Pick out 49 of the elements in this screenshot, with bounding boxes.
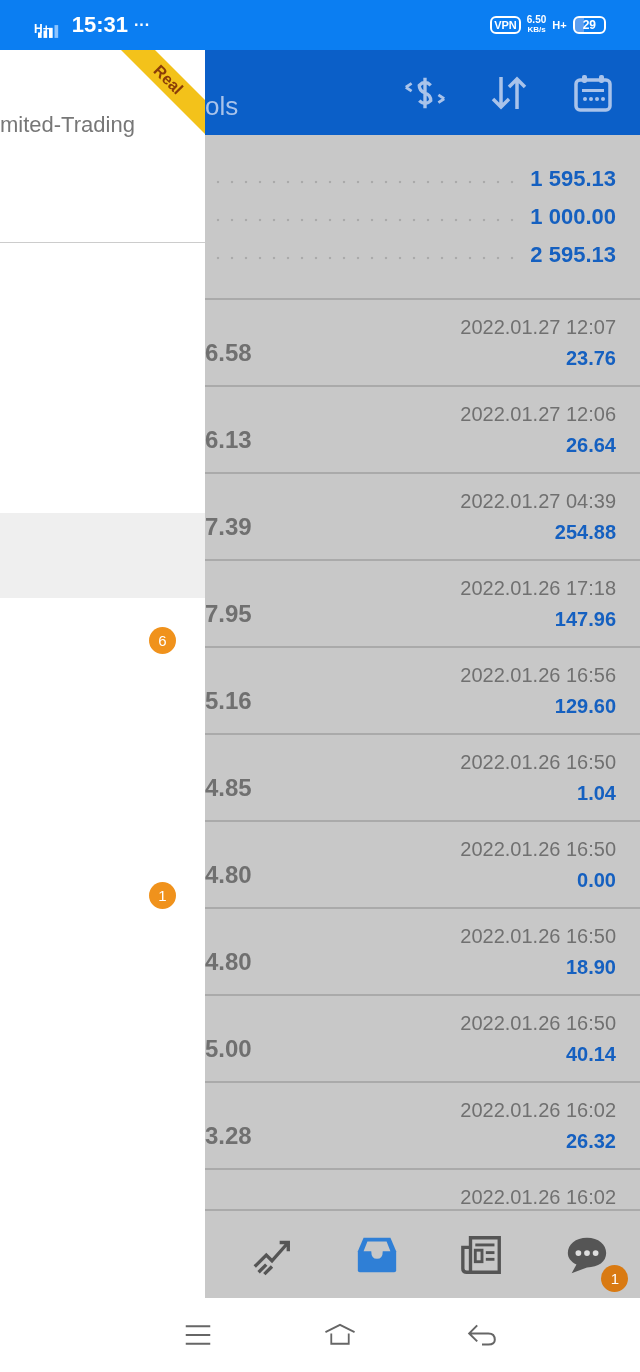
deal-time: 2022.01.26 16:50 xyxy=(460,1011,616,1035)
deal-price: 5.00 xyxy=(205,1034,252,1063)
deal-profit: 40.14 xyxy=(565,1042,616,1066)
deal-price: 3.28 xyxy=(205,1121,252,1150)
deal-price: 5.16 xyxy=(205,686,252,715)
drawer-item[interactable]: 6 xyxy=(0,598,205,683)
deal-time: 2022.01.26 16:02 xyxy=(460,1186,616,1209)
speed-unit: KB/s xyxy=(527,25,546,35)
balance-value: 1 595.13 xyxy=(530,165,616,192)
deal-profit: 254.88 xyxy=(554,520,616,544)
deal-profit: 26.64 xyxy=(565,433,616,457)
count-badge: 1 xyxy=(149,882,176,909)
count-badge: 6 xyxy=(149,627,176,654)
deal-price: 6.13 xyxy=(205,425,252,454)
deal-time: 2022.01.27 04:39 xyxy=(460,489,616,513)
deal-price: 4.85 xyxy=(205,773,252,802)
clock: 15:31 xyxy=(71,12,128,38)
deal-profit: 26.32 xyxy=(565,1129,616,1153)
deal-profit: 147.96 xyxy=(554,607,616,631)
screen-title: ols xyxy=(205,91,239,122)
deal-profit: 18.90 xyxy=(565,955,616,979)
deal-price: 7.95 xyxy=(205,599,252,628)
network-type: H+ xyxy=(34,22,50,36)
deal-time: 2022.01.26 16:02 xyxy=(460,1098,616,1122)
deal-time: 2022.01.26 16:50 xyxy=(460,837,616,861)
deal-profit: 129.60 xyxy=(554,694,616,718)
count-badge: 1 xyxy=(601,1264,629,1292)
speed-value: 6.50 xyxy=(526,15,547,25)
account-name: mited-Trading xyxy=(0,112,135,138)
vpn-indicator: VPN xyxy=(490,16,521,34)
deal-time: 2022.01.26 17:18 xyxy=(460,576,616,600)
deal-time: 2022.01.26 16:56 xyxy=(460,663,616,687)
deal-profit: 1.04 xyxy=(577,781,616,805)
deal-time: 2022.01.26 16:50 xyxy=(460,750,616,774)
deal-price: 4.80 xyxy=(205,947,252,976)
deal-price: 7.39 xyxy=(205,512,252,541)
deal-price: 6.58 xyxy=(205,338,252,367)
deal-time: 2022.01.26 16:50 xyxy=(460,924,616,948)
balance-value: 2 595.13 xyxy=(530,241,616,268)
deal-time: 2022.01.27 12:06 xyxy=(460,402,616,426)
network-type: H+ xyxy=(552,19,567,31)
battery-indicator: 29 xyxy=(572,16,606,34)
deal-price: 4.80 xyxy=(205,860,252,889)
balance-value: 1 000.00 xyxy=(530,203,616,230)
deal-profit: 23.76 xyxy=(565,346,616,370)
deal-profit: 0.00 xyxy=(577,868,616,892)
more-notifications: ··· xyxy=(133,16,150,34)
deal-time: 2022.01.27 12:07 xyxy=(460,315,616,339)
drawer-item[interactable]: 1 xyxy=(0,853,205,938)
